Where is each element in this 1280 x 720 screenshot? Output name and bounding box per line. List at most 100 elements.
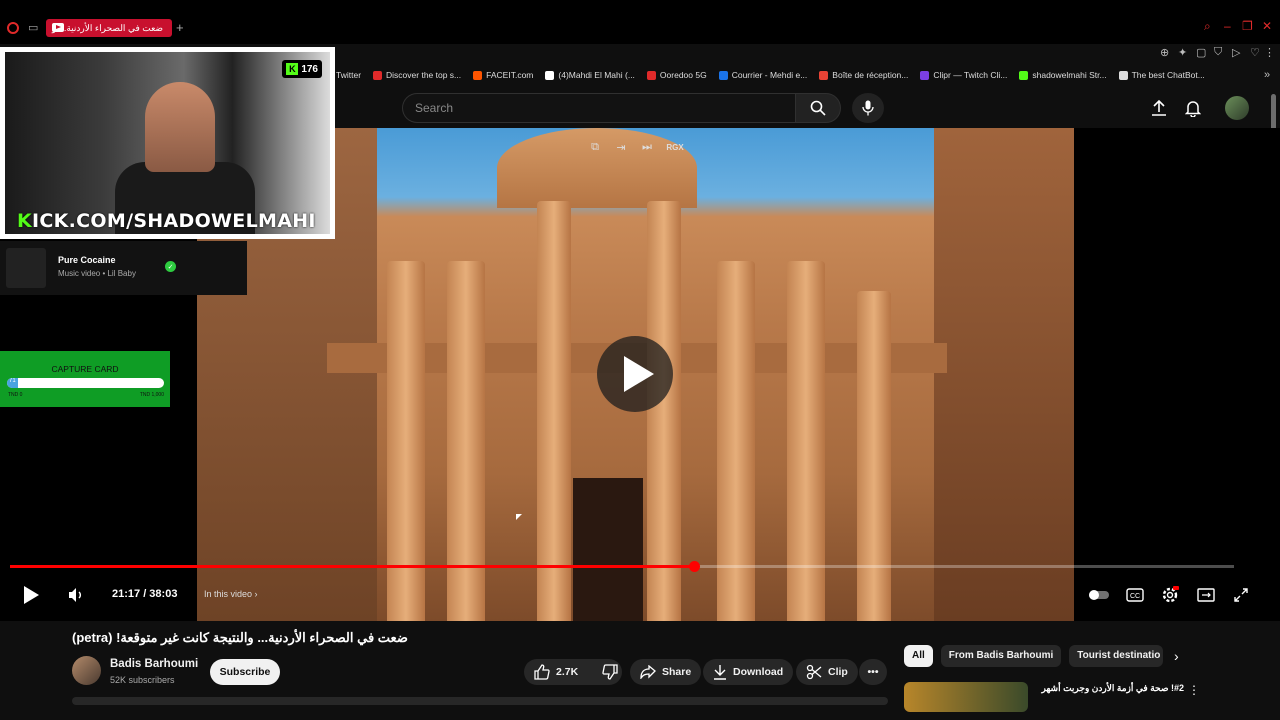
tiktok-icon — [545, 70, 555, 80]
pin-icon[interactable]: ✦ — [1178, 46, 1187, 59]
enter-icon[interactable]: ⇥ — [612, 138, 630, 156]
clipr-icon — [920, 70, 930, 80]
bookmark-item[interactable]: (4)Mahdi El Mahi (... — [545, 70, 635, 80]
bell-icon — [1185, 101, 1201, 117]
voice-search-button[interactable] — [852, 93, 884, 123]
related-filter-chips: All From Badis Barhoumi Tourist destinat… — [904, 645, 1164, 667]
big-play-button[interactable] — [597, 336, 673, 412]
restore-icon[interactable]: ❐ — [1242, 19, 1253, 33]
bookmark-item[interactable]: FACEIT.com — [473, 70, 533, 80]
youtube-favicon-icon — [52, 23, 64, 32]
play-icon — [24, 586, 39, 604]
upload-button[interactable] — [1149, 98, 1169, 118]
bookmark-item[interactable]: Twitter — [336, 70, 361, 80]
bookmark-item[interactable]: The best ChatBot... — [1118, 70, 1205, 80]
autoplay-toggle[interactable] — [1088, 584, 1110, 606]
like-button[interactable]: 2.7K — [534, 664, 578, 680]
new-tab-button[interactable]: + — [176, 20, 184, 35]
browser-tab-active[interactable]: ضعت في الصحراء الأردنية... و — [46, 19, 172, 37]
settings-button[interactable] — [1159, 584, 1181, 606]
minimize-icon[interactable]: – — [1224, 19, 1231, 33]
account-avatar[interactable] — [1225, 96, 1249, 120]
clip-label: Clip — [828, 666, 848, 678]
bookmarks-more-icon[interactable]: » — [1264, 69, 1270, 81]
video-scene — [537, 201, 571, 621]
album-art — [6, 248, 46, 288]
webcam-overlay: K 176 KICK.COM/SHADOWELMAHI — [0, 47, 335, 239]
check-icon: ✓ — [165, 261, 176, 272]
video-title: ضعت في الصحراء الأردنية... والنتيجة كانت… — [72, 630, 408, 645]
opera-logo-icon[interactable] — [7, 22, 19, 34]
browser-topbar — [0, 0, 1280, 44]
description-box[interactable] — [72, 697, 888, 705]
bookmark-item[interactable]: Ooredoo 5G — [646, 70, 707, 80]
now-playing-title: Pure Cocaine — [58, 255, 116, 265]
bookmark-item[interactable]: shadowelmahi Str... — [1019, 70, 1107, 80]
progress-bar[interactable] — [10, 561, 1234, 572]
microphone-icon — [862, 100, 874, 116]
thumbs-down-icon — [602, 664, 618, 680]
subscribe-button[interactable]: Subscribe — [210, 659, 280, 685]
volume-button[interactable] — [66, 584, 86, 606]
kick-logo-icon: K — [286, 63, 299, 75]
scissors-icon — [806, 664, 822, 680]
goal-label: CAPTURE CARD — [51, 364, 119, 374]
search-button[interactable] — [795, 93, 841, 123]
fullscreen-button[interactable] — [1230, 584, 1252, 606]
theater-icon — [1197, 588, 1215, 602]
close-icon[interactable]: ✕ — [1262, 19, 1272, 33]
more-vertical-icon[interactable]: ⋮ — [1188, 683, 1200, 697]
more-actions-button[interactable]: ••• — [859, 659, 887, 685]
search-input[interactable]: Search — [402, 93, 796, 123]
player-icon[interactable]: ▷ — [1232, 46, 1240, 59]
search-tabs-icon[interactable]: ⌕ — [1204, 19, 1211, 34]
volume-icon — [69, 588, 81, 602]
chip-from-channel[interactable]: From Badis Barhoumi — [940, 645, 1062, 667]
chip-all[interactable]: All — [904, 645, 933, 667]
channel-name[interactable]: Badis Barhoumi — [110, 658, 198, 670]
viewer-count: 176 — [301, 63, 318, 75]
bookmark-item[interactable]: Discover the top s... — [373, 70, 461, 80]
dislike-button[interactable] — [596, 664, 624, 680]
clip-button[interactable]: Clip — [796, 659, 858, 685]
play-button[interactable] — [20, 584, 42, 606]
ooredoo-icon — [646, 70, 656, 80]
video-scene — [934, 128, 1074, 621]
recommended-thumbnail[interactable] — [904, 682, 1028, 712]
chevron-right-icon[interactable]: › — [1174, 648, 1179, 664]
streamer-figure — [145, 82, 215, 172]
chip-tourist-destinations[interactable]: Tourist destinatio — [1069, 645, 1164, 667]
viewer-count-badge: K 176 — [282, 60, 322, 78]
rgx-button[interactable]: RGX — [664, 138, 686, 156]
snapshot-icon[interactable]: ▢ — [1196, 46, 1206, 59]
channel-avatar[interactable] — [72, 656, 101, 685]
chapters-button[interactable]: In this video › — [196, 582, 266, 606]
mouse-cursor-icon — [516, 514, 522, 520]
outlook-icon — [718, 70, 728, 80]
now-playing-widget: Pure Cocaine Music video • Lil Baby ✓ — [0, 241, 247, 295]
kick-url-banner: KICK.COM/SHADOWELMAHI — [17, 210, 316, 232]
zoom-icon[interactable]: ⊕ — [1160, 46, 1169, 59]
thumbs-up-icon — [534, 664, 550, 680]
heart-icon[interactable]: ♡ — [1250, 46, 1260, 59]
more-menu-icon[interactable]: ⋮ — [1264, 46, 1275, 59]
popout-icon[interactable]: ⧉ — [586, 138, 604, 156]
download-icon — [714, 665, 726, 680]
like-count: 2.7K — [556, 666, 579, 678]
skip-icon[interactable]: ⏭ — [638, 138, 656, 156]
tab-island-icon[interactable]: ▭ — [28, 21, 42, 35]
download-button[interactable]: Download — [703, 659, 794, 685]
svg-text:CC: CC — [1130, 593, 1140, 600]
bookmark-item[interactable]: Boîte de réception... — [819, 70, 908, 80]
captions-button[interactable]: CC — [1124, 584, 1146, 606]
bookmark-item[interactable]: Clipr — Twitch Cli... — [920, 70, 1007, 80]
video-scene — [647, 201, 681, 621]
share-button[interactable]: Share — [630, 659, 702, 685]
goal-progress-fill: 71 — [7, 378, 19, 388]
like-dislike-group: 2.7K — [524, 659, 622, 685]
notifications-button[interactable] — [1183, 98, 1203, 118]
bookmark-item[interactable]: Courrier - Mehdi e... — [718, 70, 807, 80]
shield-icon[interactable]: ⛉ — [1214, 46, 1222, 59]
theater-mode-button[interactable] — [1195, 584, 1217, 606]
recommended-title[interactable]: #2! صحة في أزمة الأردن وجربت أشهر — [1034, 683, 1184, 694]
